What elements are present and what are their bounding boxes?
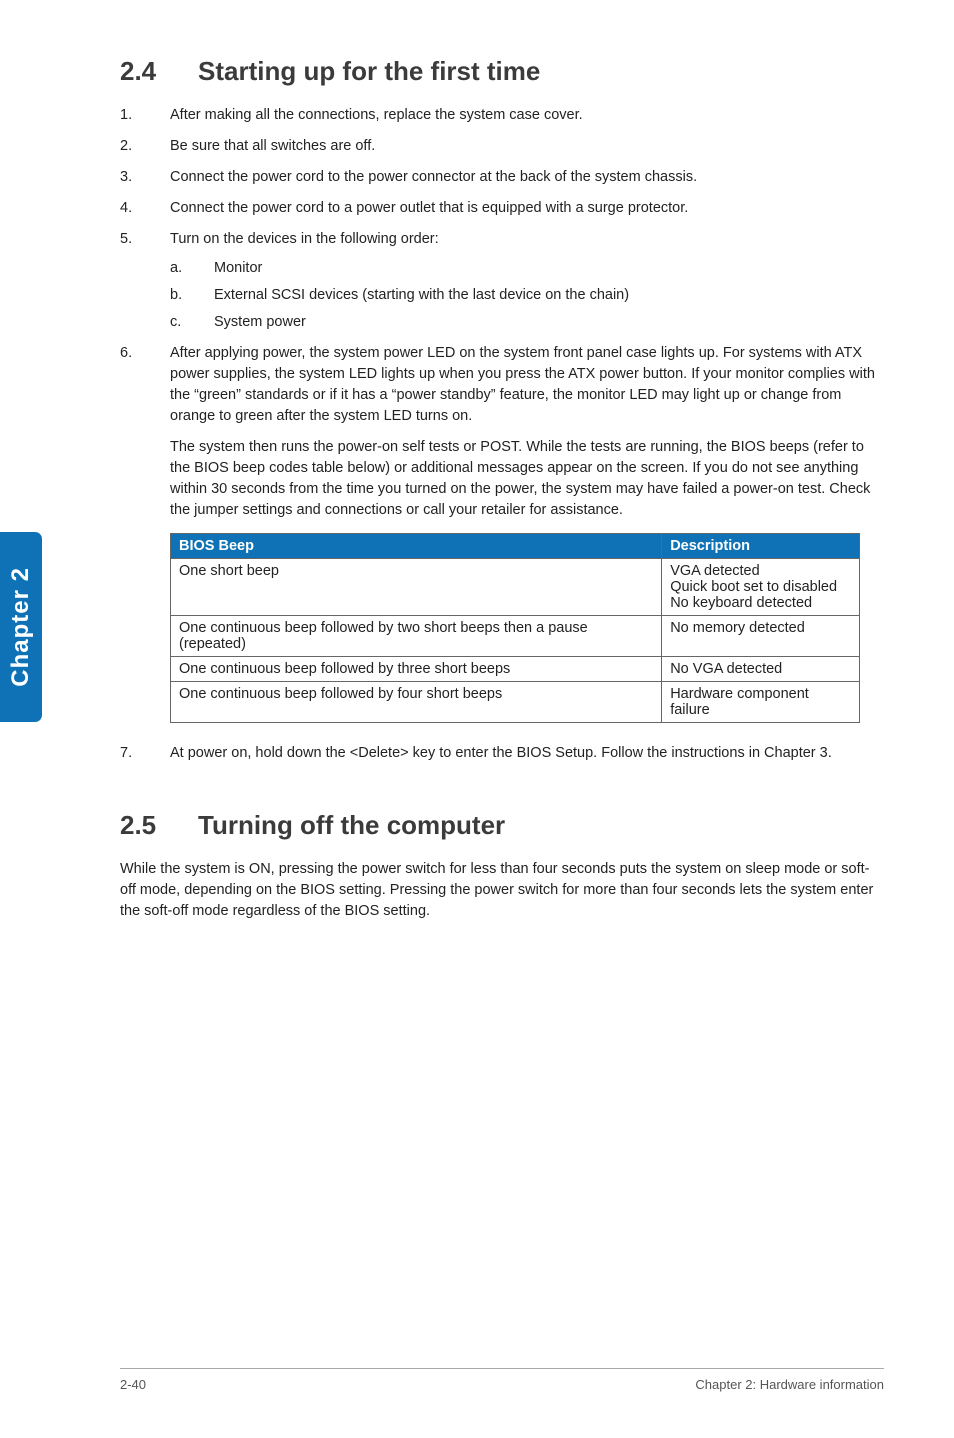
item-text: Connect the power cord to a power outlet… [170, 200, 688, 216]
item-number: 6. [120, 343, 132, 364]
item-text: Connect the power cord to the power conn… [170, 169, 697, 185]
footer-chapter-label: Chapter 2: Hardware information [695, 1377, 884, 1392]
table-row: One continuous beep followed by three sh… [171, 657, 860, 682]
list-item: 5. Turn on the devices in the following o… [120, 229, 884, 333]
table-cell-desc: No VGA detected [662, 657, 860, 682]
page-footer: 2-40 Chapter 2: Hardware information [120, 1368, 884, 1392]
sub-item-letter: c. [170, 312, 181, 333]
table-header-desc: Description [662, 534, 860, 559]
table-cell-beep: One short beep [171, 559, 662, 616]
list-item: 3. Connect the power cord to the power co… [120, 167, 884, 188]
item-number: 3. [120, 167, 132, 188]
item-number: 5. [120, 229, 132, 250]
table-cell-beep: One continuous beep followed by two shor… [171, 616, 662, 657]
item-text: After applying power, the system power L… [170, 345, 875, 424]
sub-item-text: Monitor [214, 260, 262, 276]
item-number: 4. [120, 198, 132, 219]
list-item: 6. After applying power, the system power… [120, 343, 884, 427]
chapter-tab-label: Chapter 2 [7, 567, 35, 687]
post-paragraph: The system then runs the power-on self t… [120, 437, 884, 521]
list-item: 1. After making all the connections, repl… [120, 105, 884, 126]
sub-item-letter: b. [170, 285, 182, 306]
list-item: 4. Connect the power cord to a power outl… [120, 198, 884, 219]
section-25-paragraph: While the system is ON, pressing the pow… [120, 859, 884, 922]
section-25: 2.5Turning off the computer While the sy… [120, 810, 884, 922]
table-cell-beep: One continuous beep followed by three sh… [171, 657, 662, 682]
table-cell-desc: Hardware component failure [662, 682, 860, 723]
section-24-heading: 2.4Starting up for the first time [120, 56, 884, 87]
list-item: 7. At power on, hold down the <Delete> ke… [120, 743, 884, 764]
table-row: One continuous beep followed by four sho… [171, 682, 860, 723]
section-25-heading: 2.5Turning off the computer [120, 810, 884, 841]
table-cell-desc: VGA detectedQuick boot set to disabledNo… [662, 559, 860, 616]
item-text: Turn on the devices in the following ord… [170, 231, 439, 247]
section-24-title: Starting up for the first time [198, 56, 540, 86]
table-cell-beep: One continuous beep followed by four sho… [171, 682, 662, 723]
sub-item-text: External SCSI devices (starting with the… [214, 287, 629, 303]
sub-list-item: a. Monitor [170, 258, 884, 279]
bios-beep-table: BIOS Beep Description One short beep VGA… [170, 533, 860, 723]
item-text: Be sure that all switches are off. [170, 138, 375, 154]
sub-list: a. Monitor b. External SCSI devices (start… [170, 258, 884, 333]
section-25-number: 2.5 [120, 810, 198, 841]
table-header-beep: BIOS Beep [171, 534, 662, 559]
table-row: One continuous beep followed by two shor… [171, 616, 860, 657]
section-25-title: Turning off the computer [198, 810, 505, 840]
section-24-ordered-list: 1. After making all the connections, repl… [120, 105, 884, 427]
item-number: 2. [120, 136, 132, 157]
item-number: 1. [120, 105, 132, 126]
section-24-ordered-list-cont: 7. At power on, hold down the <Delete> ke… [120, 743, 884, 764]
sub-item-letter: a. [170, 258, 182, 279]
document-page: Chapter 2 2.4Starting up for the first t… [0, 0, 954, 1438]
item-text: At power on, hold down the <Delete> key … [170, 745, 832, 761]
sub-list-item: b. External SCSI devices (starting with t… [170, 285, 884, 306]
chapter-sidebar-tab: Chapter 2 [0, 532, 42, 722]
section-24-number: 2.4 [120, 56, 198, 87]
table-cell-desc: No memory detected [662, 616, 860, 657]
item-text: After making all the connections, replac… [170, 107, 583, 123]
item-number: 7. [120, 743, 132, 764]
sub-list-item: c. System power [170, 312, 884, 333]
table-row: One short beep VGA detectedQuick boot se… [171, 559, 860, 616]
sub-item-text: System power [214, 314, 306, 330]
list-item: 2. Be sure that all switches are off. [120, 136, 884, 157]
footer-page-number: 2-40 [120, 1377, 146, 1392]
